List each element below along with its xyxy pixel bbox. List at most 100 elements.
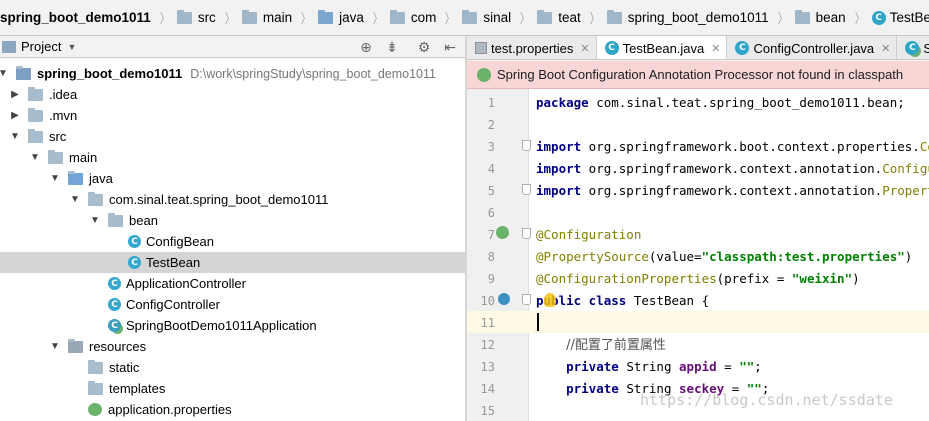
breadcrumb-item[interactable]: CTestBean	[870, 0, 929, 35]
code-line[interactable]: package com.sinal.teat.spring_boot_demo1…	[536, 92, 905, 114]
expand-arrow-icon[interactable]: ▼	[48, 173, 62, 184]
breadcrumb-item[interactable]: java	[316, 0, 368, 35]
expand-arrow-icon[interactable]: ▼	[8, 131, 22, 142]
folder-icon	[88, 380, 103, 395]
fold-marker-icon[interactable]	[522, 228, 531, 239]
spring-class-gutter-icon[interactable]	[498, 293, 510, 305]
breadcrumb-label: spring_boot_demo1011	[627, 10, 769, 25]
code-line[interactable]: import org.springframework.boot.context.…	[536, 136, 929, 158]
expand-arrow-icon[interactable]: ▼	[48, 341, 62, 352]
breadcrumb-item[interactable]: src	[175, 0, 220, 35]
breadcrumb-separator-icon: 〉	[854, 11, 864, 26]
tree-item[interactable]: static	[0, 357, 465, 378]
breadcrumb-item[interactable]: main	[240, 0, 296, 35]
project-tree[interactable]: ▼ spring_boot_demo1011 D:\work\springStudy…	[0, 59, 465, 421]
editor-tab[interactable]: C ConfigController.java ✕	[727, 36, 898, 59]
spring-bean-gutter-icon[interactable]	[496, 226, 509, 239]
fold-marker-icon[interactable]	[522, 294, 531, 305]
tree-item-label: .mvn	[49, 108, 78, 123]
tree-item[interactable]: ▼ src	[0, 126, 465, 147]
tree-item-label: .idea	[49, 87, 78, 102]
breadcrumb-separator-icon: 〉	[520, 11, 530, 26]
banner-text: Spring Boot Configuration Annotation Pro…	[497, 67, 904, 82]
folder-icon	[794, 9, 810, 24]
hide-panel-icon[interactable]: ⇤	[442, 39, 458, 55]
tree-item-label: resources	[89, 339, 147, 354]
folder-icon	[537, 9, 553, 24]
fold-marker-icon[interactable]	[522, 184, 531, 195]
expand-arrow-icon[interactable]: ▼	[68, 194, 82, 205]
tree-item[interactable]: ▼ resources	[0, 336, 465, 357]
collapse-arrow-icon[interactable]: ▶	[8, 89, 22, 100]
locate-crosshair-icon[interactable]: ⊕	[358, 39, 374, 55]
breadcrumb-separator-icon: 〉	[224, 11, 234, 26]
expand-arrow-icon[interactable]: ▼	[28, 152, 42, 163]
tree-item[interactable]: application.properties	[0, 399, 465, 420]
breadcrumb-item[interactable]: teat	[535, 0, 585, 35]
code-line[interactable]: @ConfigurationProperties(prefix = "weixi…	[536, 268, 860, 290]
code-line[interactable]: public class TestBean {	[536, 290, 709, 312]
module-path: D:\work\springStudy\spring_boot_demo1011	[190, 66, 436, 81]
code-line[interactable]: import org.springframework.context.annot…	[536, 158, 929, 180]
collapse-all-icon[interactable]: ⇟	[384, 39, 400, 55]
tree-item[interactable]: ▼ main	[0, 147, 465, 168]
spring-leaf-icon	[477, 67, 491, 82]
code-line[interactable]: private String appid = "";	[536, 356, 762, 378]
class-icon: C	[871, 10, 886, 25]
tree-item[interactable]: templates	[0, 378, 465, 399]
gear-icon[interactable]: ⚙	[416, 39, 432, 55]
breadcrumb-label: java	[339, 10, 364, 25]
code-line[interactable]: @PropertySource(value="classpath:test.pr…	[536, 246, 912, 268]
line-number: 4	[487, 162, 495, 176]
close-icon[interactable]: ✕	[580, 42, 589, 55]
tree-item-label: spring_boot_demo1011	[37, 66, 183, 81]
tree-item[interactable]: C SpringBootDemo1011Application	[0, 315, 465, 336]
tree-item[interactable]: ▶ .mvn	[0, 105, 465, 126]
chevron-down-icon[interactable]: ▼	[67, 42, 76, 52]
tree-item[interactable]: ▼ java	[0, 168, 465, 189]
tree-item[interactable]: ▼ com.sinal.teat.spring_boot_demo1011	[0, 189, 465, 210]
fold-marker-icon[interactable]	[522, 140, 531, 151]
tab-label: TestBean.java	[622, 40, 705, 56]
tree-item[interactable]: C ApplicationController	[0, 273, 465, 294]
close-icon[interactable]: ✕	[881, 42, 890, 55]
breadcrumb-separator-icon: 〉	[589, 11, 599, 26]
tree-item[interactable]: C ConfigBean	[0, 231, 465, 252]
breadcrumb-item[interactable]: spring_boot_demo1011	[0, 0, 155, 35]
tree-item-label: templates	[109, 381, 166, 396]
tree-item-label: java	[89, 171, 113, 186]
close-icon[interactable]: ✕	[711, 42, 720, 55]
collapse-arrow-icon[interactable]: ▶	[8, 110, 22, 121]
tree-item[interactable]: C ConfigController	[0, 294, 465, 315]
tree-item[interactable]: ▼ spring_boot_demo1011 D:\work\springStudy…	[0, 63, 465, 84]
navigation-breadcrumb: spring_boot_demo1011 〉 src 〉 main 〉 java 〉 com 〉 s…	[0, 0, 929, 36]
editor-tab[interactable]: test.properties ✕	[467, 36, 597, 59]
tree-item[interactable]: C TestBean	[0, 252, 465, 273]
tree-item[interactable]: ▼ bean	[0, 210, 465, 231]
line-number: 15	[480, 404, 495, 418]
module-folder-icon	[16, 65, 31, 80]
expand-arrow-icon[interactable]: ▼	[0, 68, 10, 79]
folder-icon	[389, 9, 405, 24]
folder-icon	[108, 212, 123, 227]
breadcrumb-label: com	[410, 10, 437, 25]
breadcrumb-item[interactable]: sinal	[460, 0, 515, 35]
tree-item-label: SpringBootDemo1011Application	[126, 318, 317, 333]
code-line[interactable]: @Configuration	[536, 224, 641, 246]
lightbulb-icon[interactable]	[544, 293, 556, 307]
breadcrumb-item[interactable]: spring_boot_demo1011	[605, 0, 773, 35]
expand-arrow-icon[interactable]: ▼	[88, 215, 102, 226]
source-folder-icon	[318, 9, 334, 24]
line-number: 6	[487, 206, 495, 220]
tree-item-label: bean	[129, 213, 158, 228]
breadcrumb-item[interactable]: com	[388, 0, 441, 35]
code-line[interactable]: //配置了前置属性	[536, 334, 666, 356]
editor-tab[interactable]: CS	[897, 36, 929, 59]
folder-icon	[88, 191, 103, 206]
breadcrumb-item[interactable]: bean	[793, 0, 850, 35]
tree-item[interactable]: ▶ .idea	[0, 84, 465, 105]
code-line[interactable]: import org.springframework.context.annot…	[536, 180, 929, 202]
project-panel-title[interactable]: Project	[21, 39, 61, 54]
editor-tab[interactable]: C TestBean.java ✕	[596, 36, 728, 59]
folder-icon	[88, 359, 103, 374]
